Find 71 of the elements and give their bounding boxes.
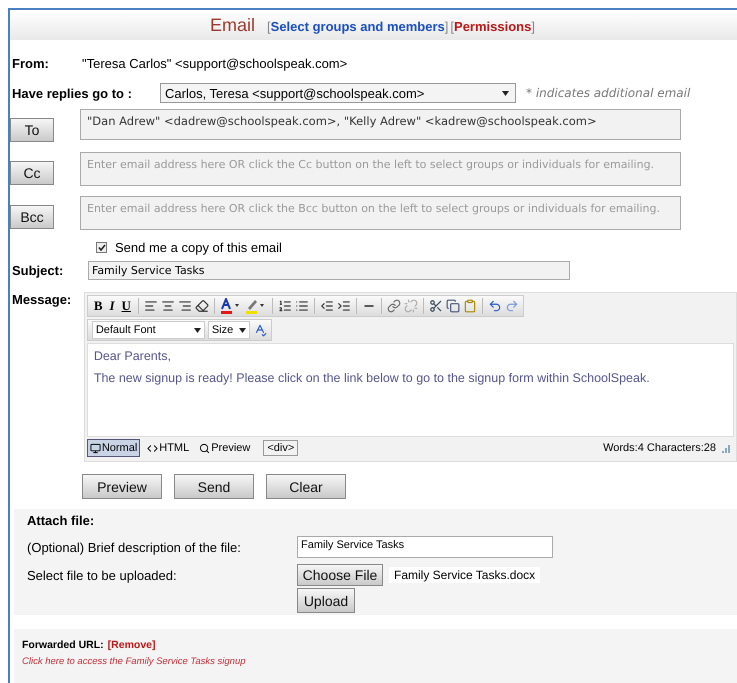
word-count: Words:4 Characters:28 [603,442,716,454]
action-button[interactable]: Send [174,474,254,499]
format-button[interactable]: B [92,298,104,314]
message-text: The new signup is ready! Please click on the link below to go to the signup form within SchoolSpeak. [94,371,650,385]
mode-tab[interactable]: HTML [144,439,192,457]
subject-field[interactable]: Family Service Tasks [88,261,570,280]
search-icon [199,442,210,454]
from-label: From: [11,56,50,71]
bracket: [ [450,18,454,34]
header-link[interactable]: Permissions [454,18,532,34]
recipient-button[interactable]: To [10,118,54,142]
indent-icon[interactable] [336,299,351,313]
bracket: [ [267,18,271,34]
action-button[interactable]: Preview [82,474,162,499]
check-icon [98,244,106,251]
align-left-icon[interactable] [144,299,158,313]
action-button[interactable]: Clear [266,474,346,499]
choose-file-button[interactable]: Choose File [297,564,383,586]
undo-icon[interactable] [488,299,502,313]
mode-tab[interactable]: Preview [196,439,254,457]
recipient-button[interactable]: Cc [10,161,54,185]
align-right-icon[interactable] [178,299,192,313]
code-icon [147,442,158,454]
copy-checkbox[interactable] [96,242,107,253]
eraser-icon[interactable] [194,299,209,313]
reply-to-select[interactable]: Carlos, Teresa <support@schoolspeak.com> [160,83,516,103]
file-name: Family Service Tasks.docx [389,567,540,583]
monitor-icon [90,442,101,454]
mode-tab[interactable]: Normal [86,439,140,457]
from-value: "Teresa Carlos" <support@schoolspeak.com> [82,56,348,71]
reply-to-label: Have replies go to : [11,86,133,100]
numbered-list-icon[interactable] [278,299,292,313]
size-select[interactable]: Size [208,321,250,339]
copy-label: Send me a copy of this email [115,240,282,255]
page-title: Email [210,14,256,36]
subject-label: Subject: [11,263,64,278]
remove-link[interactable]: [Remove] [108,639,156,651]
format-button[interactable]: U [120,298,133,314]
align-center-icon[interactable] [160,299,175,313]
copy-icon[interactable] [446,299,460,313]
bracket: ] [531,18,535,34]
message-text: Dear Parents, [94,349,171,363]
highlight-icon[interactable] [244,298,267,314]
recipient-button[interactable]: Bcc [10,205,54,229]
upload-button[interactable]: Upload [297,588,355,613]
redo-icon[interactable] [504,299,519,313]
header-link[interactable]: Select groups and members [270,18,445,34]
link-icon[interactable] [386,299,401,313]
paste-icon[interactable] [462,299,477,313]
attach-title: Attach file: [27,513,96,528]
format-button[interactable]: I [107,298,117,314]
font-select[interactable]: Default Font [92,321,205,339]
forwarded-label: Forwarded URL: [22,639,104,651]
description-field[interactable]: Family Service Tasks [297,536,553,558]
outdent-icon[interactable] [320,299,334,313]
message-label: Message: [11,292,72,307]
bullet-list-icon[interactable] [294,299,309,313]
tag-path[interactable]: <div> [263,440,298,456]
bracket: ] [444,18,448,34]
description-label: (Optional) Brief description of the file: [27,540,242,554]
caret-icon [238,328,246,332]
text-color-icon[interactable] [220,298,242,314]
message-body[interactable]: Dear Parents, The new signup is ready! Please click on the link below to go to the signup form within SchoolSpeak. [86,343,734,437]
forwarded-link[interactable]: Click here to access the Family Service Tasks signup [22,656,246,667]
caret-icon [502,90,509,96]
recipient-field[interactable]: "Dan Adrew" <dadrew@schoolspeak.com>, "Kelly Adrew" <kadrew@schoolspeak.com> [80,109,681,140]
note-text: * indicates additional email [526,86,690,100]
resize-grip-icon[interactable] [720,443,730,453]
caret-icon [194,328,201,332]
cut-icon[interactable] [428,299,443,313]
file-label: Select file to be uploaded: [27,568,178,582]
